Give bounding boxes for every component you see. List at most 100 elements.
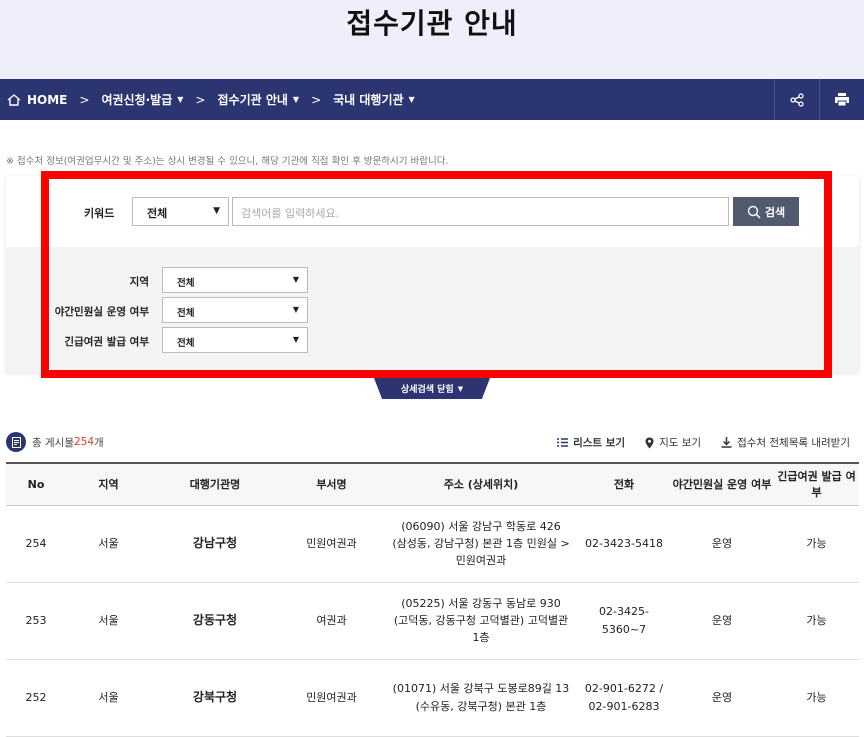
cell-region: 서울: [66, 505, 151, 583]
download-list-label: 접수처 전체목록 내려받기: [737, 437, 850, 449]
count-number: 254: [73, 436, 95, 448]
agency-table: No 지역 대행기관명 부서명 주소 (상세위치) 전화 야간민원실 운영 여부…: [6, 462, 859, 737]
address-line: (삼성동, 강남구청) 본관 1층 민원실 >: [392, 536, 570, 550]
search-icon: [747, 205, 761, 219]
breadcrumb-label: 국내 대행기관: [333, 93, 404, 107]
header-phone: 전화: [578, 463, 670, 506]
phone-line: 02-3423-5418: [585, 536, 663, 550]
print-button[interactable]: [819, 79, 864, 120]
breadcrumb-item-domestic[interactable]: 국내 대행기관 ▼: [333, 79, 415, 120]
phone-line: 02-901-6272 /: [584, 682, 664, 696]
cell-phone: 02-901-6272 / 02-901-6283: [578, 659, 670, 737]
caret-down-icon: ▼: [292, 95, 300, 104]
phone-line: 02-901-6283: [588, 699, 660, 713]
caret-down-icon: ▼: [177, 95, 184, 104]
header-urgent-passport: 긴급여권 발급 여부: [774, 463, 859, 506]
cell-dept: 민원여권과: [279, 505, 384, 583]
count-prefix: 총 게시물: [32, 436, 74, 449]
breadcrumb-separator: >: [79, 92, 90, 107]
breadcrumb-nav: HOME > 여권신청·발급 ▼ > 접수기관 안내 ▼ > 국내 대행기관 ▼: [0, 79, 864, 120]
detail-search-toggle[interactable]: 상세검색 닫힘 ▼: [374, 378, 490, 399]
header-address: 주소 (상세위치): [384, 463, 578, 506]
home-icon: [7, 93, 21, 106]
urgent-passport-select[interactable]: 전체 ▼: [162, 327, 308, 353]
caret-down-icon: ▼: [292, 335, 299, 344]
select-value: 전체: [177, 338, 195, 349]
breadcrumb-item-agencies[interactable]: 접수기관 안내 ▼: [217, 79, 299, 120]
header-night-office: 야간민원실 운영 여부: [670, 463, 774, 506]
download-list-button[interactable]: 접수처 전체목록 내려받기: [721, 435, 850, 450]
cell-urgent-passport: 가능: [774, 659, 859, 737]
detail-filters: 지역 전체 ▼ 야간민원실 운영 여부 전체 ▼ 긴급여권 발급 여부 전체 ▼: [6, 247, 859, 372]
table-row[interactable]: 252 서울 강북구청 민원여권과 (01071) 서울 강북구 도봉로89길 …: [6, 659, 859, 737]
view-options: 리스트 보기 지도 보기 접수처 전체목록 내려받기: [537, 435, 850, 450]
address-line: (01071) 서울 강북구 도봉로89길 13: [392, 682, 570, 696]
nav-tools: [774, 79, 864, 120]
cell-agency-name[interactable]: 강동구청: [151, 582, 279, 660]
cell-address: (01071) 서울 강북구 도봉로89길 13 (수유동, 강북구청) 본관 …: [384, 659, 578, 737]
cell-agency-name[interactable]: 강남구청: [151, 505, 279, 583]
cell-region: 서울: [66, 582, 151, 660]
cell-night-office: 운영: [670, 659, 774, 737]
cell-dept: 여권과: [279, 582, 384, 660]
toggle-label: 상세검색 닫힘: [400, 385, 454, 395]
cell-phone: 02-3425- 5360~7: [578, 582, 670, 660]
address-line: (수유동, 강북구청) 본관 1층: [415, 699, 547, 713]
map-view-button[interactable]: 지도 보기: [645, 435, 701, 450]
cell-region: 서울: [66, 659, 151, 737]
breadcrumb-home[interactable]: HOME: [0, 79, 67, 120]
region-select[interactable]: 전체 ▼: [162, 267, 308, 293]
search-panel: 키워드 전체 ▼ 검색어를 입력하세요. 검색 지역 전체 ▼ 야간민원실 운영…: [6, 176, 859, 372]
table-row[interactable]: 253 서울 강동구청 여권과 (05225) 서울 강동구 동남로 930 (…: [6, 582, 859, 660]
cell-address: (05225) 서울 강동구 동남로 930 (고덕동, 강동구청 고덕별관) …: [384, 582, 578, 660]
cell-night-office: 운영: [670, 582, 774, 660]
list-view-button[interactable]: 리스트 보기: [557, 435, 625, 450]
phone-line: 5360~7: [601, 622, 647, 636]
breadcrumb-separator: >: [311, 92, 322, 107]
filter-night-office: 야간민원실 운영 여부 전체 ▼: [6, 297, 859, 323]
result-count: 총 게시물 254 개: [6, 432, 104, 452]
cell-no: 253: [6, 582, 66, 660]
page-header: 접수기관 안내: [0, 0, 864, 79]
table-header-row: No 지역 대행기관명 부서명 주소 (상세위치) 전화 야간민원실 운영 여부…: [6, 463, 859, 506]
header-agency: 대행기관명: [151, 463, 279, 506]
breadcrumb-label: 접수기관 안내: [217, 93, 288, 107]
breadcrumb-home-label: HOME: [27, 92, 68, 107]
search-button[interactable]: 검색: [733, 197, 799, 226]
keyword-type-value: 전체: [147, 207, 168, 220]
select-value: 전체: [177, 278, 195, 289]
list-icon: [557, 438, 569, 447]
select-value: 전체: [177, 308, 195, 319]
count-suffix: 개: [94, 436, 104, 449]
search-input[interactable]: 검색어를 입력하세요.: [232, 197, 729, 226]
keyword-type-select[interactable]: 전체 ▼: [132, 197, 229, 226]
list-view-label: 리스트 보기: [573, 437, 626, 449]
phone-line: 02-3425-: [599, 605, 649, 619]
filter-label: 지역: [129, 276, 149, 288]
filter-urgent-passport: 긴급여권 발급 여부 전체 ▼: [6, 327, 859, 353]
cell-phone: 02-3423-5418: [578, 505, 670, 583]
cell-no: 254: [6, 505, 66, 583]
cell-agency-name[interactable]: 강북구청: [151, 659, 279, 737]
caret-down-icon: ▼: [292, 275, 299, 284]
address-line: (06090) 서울 강남구 학동로 426: [401, 519, 561, 533]
breadcrumb-item-passport[interactable]: 여권신청·발급 ▼: [101, 79, 183, 120]
breadcrumb-label: 여권신청·발급: [101, 93, 173, 107]
table-row[interactable]: 254 서울 강남구청 민원여권과 (06090) 서울 강남구 학동로 426…: [6, 505, 859, 583]
share-button[interactable]: [774, 79, 819, 120]
keyword-label: 키워드: [84, 207, 115, 220]
header-no: No: [6, 463, 66, 506]
filter-region: 지역 전체 ▼: [6, 267, 859, 293]
cell-dept: 민원여권과: [279, 659, 384, 737]
address-line: 1층: [472, 631, 490, 645]
address-line: 민원여권과: [455, 554, 507, 568]
breadcrumb-separator: >: [195, 92, 206, 107]
cell-night-office: 운영: [670, 505, 774, 583]
caret-down-icon: ▼: [213, 206, 220, 216]
keyword-search-row: 키워드 전체 ▼ 검색어를 입력하세요. 검색: [6, 176, 859, 247]
cell-urgent-passport: 가능: [774, 505, 859, 583]
download-icon: [721, 437, 732, 448]
night-office-select[interactable]: 전체 ▼: [162, 297, 308, 323]
header-region: 지역: [66, 463, 151, 506]
notice-text: ※ 접수처 정보(여권업무시간 및 주소)는 상시 변경될 수 있으니, 해당 …: [6, 156, 449, 167]
